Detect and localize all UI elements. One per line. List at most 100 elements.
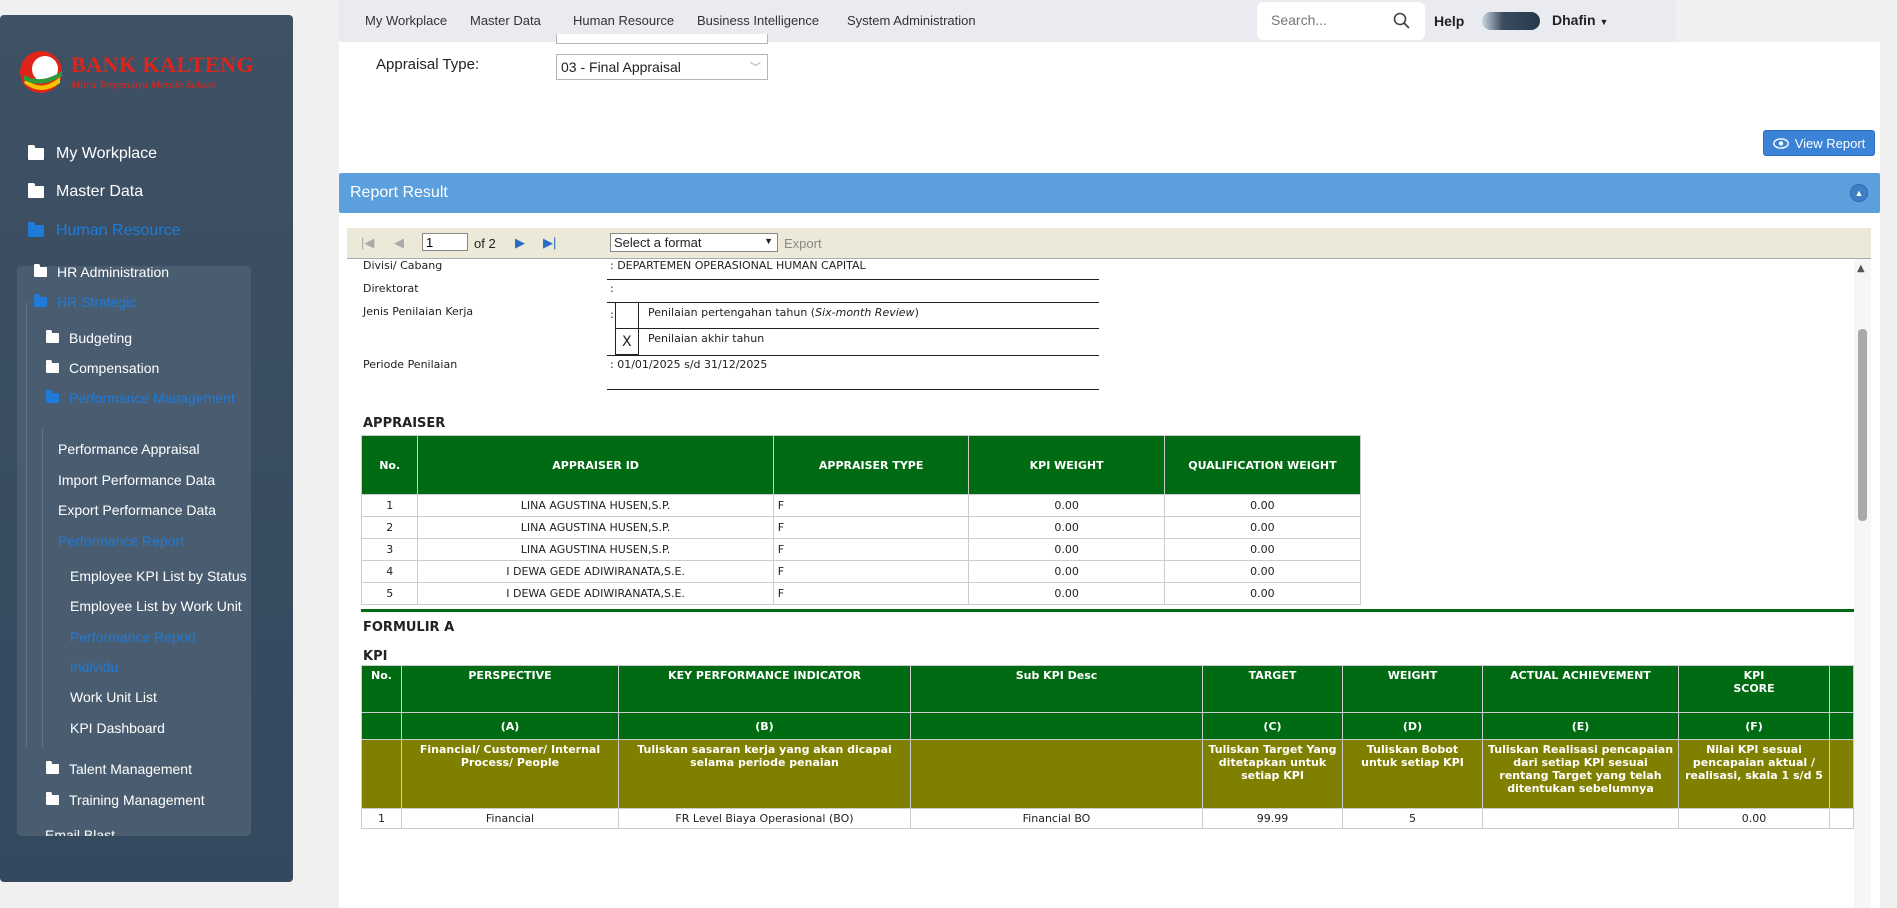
table-row: 4I DEWA GEDE ADIWIRANATA,S.E. F 0.00 0.00 bbox=[360, 560, 1362, 583]
kpi-desc: Tuliskan Target Yang ditetapkan untuk se… bbox=[1202, 739, 1343, 809]
sidebar-item-work-unit-list[interactable]: Work Unit List bbox=[70, 689, 157, 705]
cell-appraiser-id: LINA AGUSTINA HUSEN,S.P. bbox=[417, 494, 774, 517]
help-link[interactable]: Help bbox=[1434, 13, 1464, 29]
export-format-value: Select a format bbox=[614, 235, 702, 250]
menu-system-administration[interactable]: System Administration bbox=[847, 13, 976, 28]
clipped-select[interactable] bbox=[556, 34, 768, 44]
cell-appraiser-id: I DEWA GEDE ADIWIRANATA,S.E. bbox=[417, 560, 774, 583]
sidebar-item-email-blast[interactable]: Email Blast bbox=[45, 827, 115, 836]
review-option-italic: Six-month Review bbox=[815, 306, 915, 319]
review-option-close: ) bbox=[914, 306, 919, 319]
report-result-header: Report Result ▲ bbox=[339, 173, 1880, 213]
kpi-table: No. PERSPECTIVE KEY PERFORMANCE INDICATO… bbox=[361, 665, 1854, 829]
sidebar-item-performance-report[interactable]: Performance Report bbox=[58, 533, 184, 549]
kpi-desc bbox=[910, 739, 1203, 809]
section-divider bbox=[361, 609, 1854, 612]
sidebar-item-label: Talent Management bbox=[69, 761, 192, 777]
divider bbox=[607, 389, 1099, 390]
sidebar-item-performance-report-individu[interactable]: Performance Report bbox=[70, 629, 196, 645]
user-menu[interactable]: Dhafin ▼ bbox=[1552, 12, 1608, 28]
kpi-letter: (D) bbox=[1342, 712, 1483, 740]
sidebar-item-my-workplace[interactable]: My Workplace bbox=[28, 145, 157, 163]
sidebar-item-human-resource[interactable]: Human Resource bbox=[28, 222, 181, 240]
header-no: No. bbox=[360, 435, 419, 495]
menu-master-data[interactable]: Master Data bbox=[470, 13, 541, 28]
logo-subtitle: Mitra Terpercaya Meraih Sukses bbox=[71, 79, 216, 91]
folder-open-icon bbox=[34, 294, 47, 307]
review-option-final: Penilaian akhir tahun bbox=[648, 332, 765, 345]
report-scrollbar[interactable]: ▲ bbox=[1854, 259, 1871, 908]
user-name: Dhafin bbox=[1552, 12, 1596, 28]
cell-appraiser-id: LINA AGUSTINA HUSEN,S.P. bbox=[417, 538, 774, 561]
sidebar-item-talent-management[interactable]: Talent Management bbox=[46, 761, 192, 777]
chevron-down-icon: ▼ bbox=[764, 236, 773, 246]
export-link[interactable]: Export bbox=[784, 236, 822, 251]
sidebar-item-compensation[interactable]: Compensation bbox=[46, 360, 159, 376]
kpi-header-score: KPI SCORE bbox=[1678, 665, 1830, 713]
kpi-letter: (A) bbox=[401, 712, 619, 740]
kpi-letter-row: (A) (B) (C) (D) (E) (F) bbox=[361, 712, 1854, 740]
scroll-up-icon[interactable]: ▲ bbox=[1857, 263, 1865, 274]
scrollbar-thumb[interactable] bbox=[1858, 329, 1867, 521]
review-option-mid-year: Penilaian pertengahan tahun (Six-month R… bbox=[648, 306, 919, 319]
folder-open-icon bbox=[46, 390, 59, 403]
info-label-divisi: Divisi/ Cabang bbox=[363, 259, 443, 272]
sidebar-item-export-performance-data[interactable]: Export Performance Data bbox=[58, 502, 216, 518]
info-label-periode: Periode Penilaian bbox=[363, 358, 458, 371]
kpi-header-kpi: KEY PERFORMANCE INDICATOR bbox=[618, 665, 911, 713]
kpi-cell: 0.00 bbox=[1678, 808, 1830, 829]
sidebar-item-performance-management[interactable]: Performance Management bbox=[46, 390, 235, 406]
kpi-header-no: No. bbox=[361, 665, 402, 713]
next-page-icon[interactable]: ▶ bbox=[515, 235, 525, 251]
report-toolbar: |◀ ◀ of 2 ▶ ▶| Select a format ▼ Export bbox=[347, 228, 1871, 259]
view-report-button[interactable]: View Report bbox=[1763, 130, 1875, 156]
sidebar-item-employee-kpi-list[interactable]: Employee KPI List by Status bbox=[70, 568, 247, 584]
appraisal-type-select[interactable]: 03 - Final Appraisal ﹀ bbox=[556, 54, 768, 80]
sidebar-item-label: HR Strategic bbox=[57, 294, 137, 310]
kpi-header-target: TARGET bbox=[1202, 665, 1343, 713]
search-input[interactable] bbox=[1269, 11, 1393, 29]
search-icon[interactable] bbox=[1393, 12, 1411, 30]
menu-my-workplace[interactable]: My Workplace bbox=[365, 13, 447, 28]
header-appraiser-type: APPRAISER TYPE bbox=[772, 435, 970, 495]
menu-human-resource[interactable]: Human Resource bbox=[573, 13, 674, 28]
appraisal-type-label: Appraisal Type: bbox=[376, 56, 480, 73]
sidebar-item-label: HR Administration bbox=[57, 264, 170, 280]
page-number-input[interactable] bbox=[422, 233, 468, 251]
appraiser-table: No. APPRAISER ID APPRAISER TYPE KPI WEIG… bbox=[360, 435, 1362, 605]
info-label-jenis-penilaian: Jenis Penilaian Kerja bbox=[363, 305, 474, 318]
sidebar-item-performance-appraisal[interactable]: Performance Appraisal bbox=[58, 441, 200, 457]
sidebar-item-individu[interactable]: Individu bbox=[70, 659, 118, 675]
kpi-cell: 99.99 bbox=[1202, 808, 1343, 829]
divider bbox=[607, 302, 1099, 303]
kpi-letter: (E) bbox=[1482, 712, 1679, 740]
sidebar-item-hr-strategic[interactable]: HR Strategic bbox=[34, 294, 136, 310]
table-row: 1 Financial FR Level Biaya Operasional (… bbox=[361, 808, 1854, 829]
cell-qualification-weight: 0.00 bbox=[1163, 582, 1362, 605]
sidebar-item-employee-list-work-unit[interactable]: Employee List by Work Unit bbox=[70, 598, 242, 614]
export-format-select[interactable]: Select a format ▼ bbox=[610, 233, 778, 252]
kpi-letter bbox=[361, 712, 402, 740]
sidebar-item-kpi-dashboard[interactable]: KPI Dashboard bbox=[70, 720, 165, 736]
cell-appraiser-type: F bbox=[772, 494, 970, 517]
cell-kpi-weight: 0.00 bbox=[968, 538, 1165, 561]
sidebar-item-hr-administration[interactable]: HR Administration bbox=[34, 264, 169, 280]
kpi-letter: (F) bbox=[1678, 712, 1830, 740]
collapse-icon[interactable]: ▲ bbox=[1850, 184, 1868, 202]
sidebar-item-import-performance-data[interactable]: Import Performance Data bbox=[58, 472, 215, 488]
sidebar-item-master-data[interactable]: Master Data bbox=[28, 183, 143, 201]
kpi-cell: 1 bbox=[361, 808, 402, 829]
kpi-cell: Financial BO bbox=[910, 808, 1203, 829]
previous-page-icon[interactable]: ◀ bbox=[394, 235, 404, 251]
cell-no: 3 bbox=[360, 538, 419, 561]
last-page-icon[interactable]: ▶| bbox=[543, 235, 556, 251]
sidebar: BANK KALTENG Mitra Terpercaya Meraih Suk… bbox=[0, 15, 293, 882]
menu-business-intelligence[interactable]: Business Intelligence bbox=[697, 13, 819, 28]
search-box bbox=[1257, 2, 1425, 40]
sidebar-item-training-management[interactable]: Training Management bbox=[46, 792, 205, 808]
first-page-icon[interactable]: |◀ bbox=[361, 235, 374, 251]
sidebar-item-label: Training Management bbox=[69, 792, 205, 808]
sidebar-item-budgeting[interactable]: Budgeting bbox=[46, 330, 132, 346]
chevron-down-icon: ﹀ bbox=[750, 62, 761, 74]
avatar[interactable] bbox=[1482, 12, 1540, 30]
